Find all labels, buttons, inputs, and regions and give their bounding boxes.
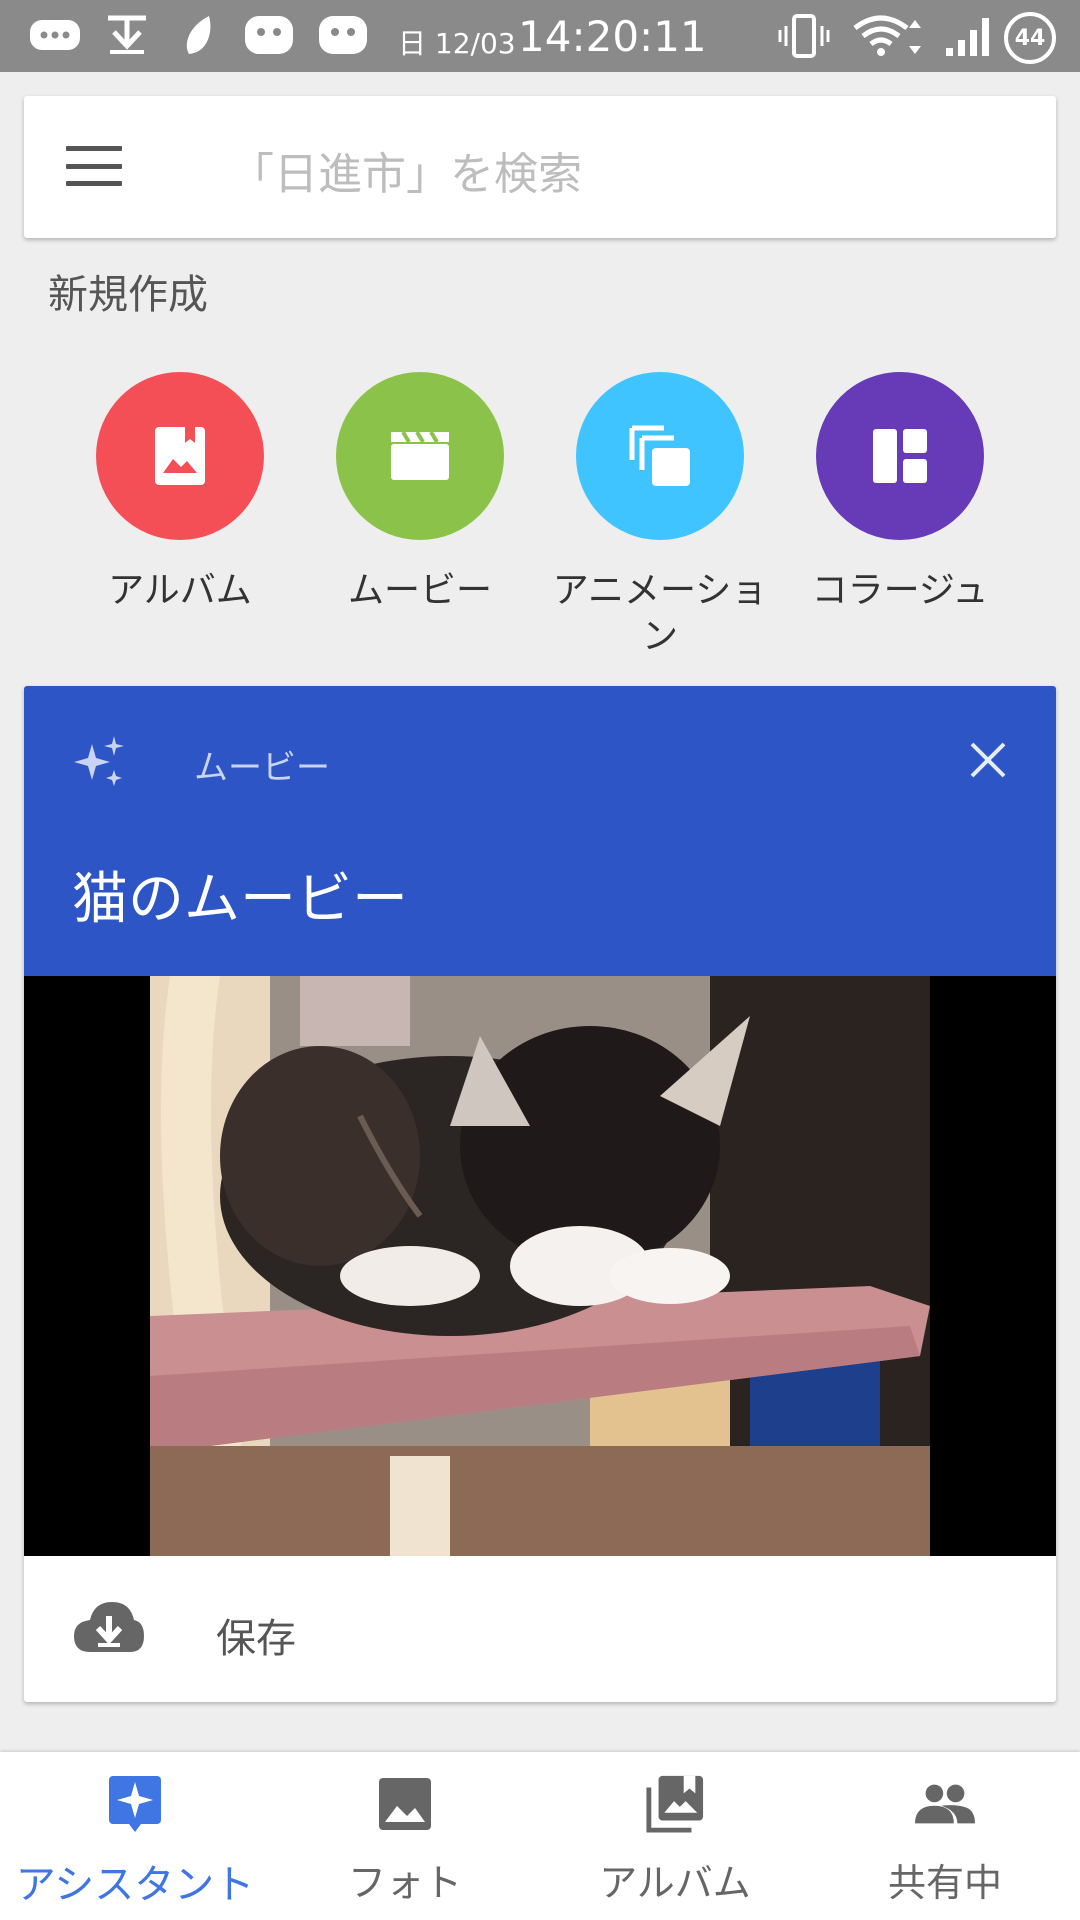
card-title: 猫のムービー <box>72 867 408 932</box>
people-icon <box>915 1774 975 1834</box>
status-time: 14:20:11 <box>518 12 707 61</box>
vibrate-icon <box>776 14 832 58</box>
create-collage-button[interactable]: コラージュ <box>800 372 1000 652</box>
movie-suggestion-card[interactable]: ムービー 猫のムービー 保存 <box>24 686 1056 1702</box>
nav-photos-label: フォト <box>347 1861 462 1905</box>
status-bar: 日 12/03 14:20:11 44 <box>0 0 1080 72</box>
close-icon[interactable] <box>960 732 1016 788</box>
card-header: ムービー 猫のムービー <box>24 686 1056 976</box>
photo-album-icon <box>645 1774 705 1834</box>
search-input[interactable]: 「日進市」を検索 <box>230 138 582 202</box>
menu-icon[interactable] <box>66 146 122 186</box>
wifi-icon <box>850 14 930 58</box>
cat-photo <box>150 976 930 1556</box>
battery-indicator: 44 <box>1004 12 1056 64</box>
save-button[interactable]: 保存 <box>24 1556 1056 1702</box>
search-bar[interactable]: 「日進市」を検索 <box>24 96 1056 238</box>
create-album-button[interactable]: アルバム <box>80 372 280 652</box>
face-icon <box>316 14 370 58</box>
create-collage-label: コラージュ <box>811 570 989 611</box>
nav-assistant[interactable]: アシスタント <box>0 1752 270 1920</box>
nav-sharing-label: 共有中 <box>887 1861 1002 1905</box>
stacked-frames-icon <box>576 372 744 540</box>
face-icon <box>242 14 296 58</box>
assistant-sparkle-icon <box>105 1774 165 1834</box>
create-movie-label: ムービー <box>347 570 492 611</box>
nav-albums-label: アルバム <box>599 1861 751 1905</box>
clapperboard-icon <box>336 372 504 540</box>
nav-albums[interactable]: アルバム <box>540 1752 810 1920</box>
leaf-icon <box>176 14 222 58</box>
nav-assistant-label: アシスタント <box>15 1862 255 1908</box>
album-photo-icon <box>96 372 264 540</box>
cloud-download-icon <box>72 1598 146 1658</box>
create-album-label: アルバム <box>108 570 252 611</box>
create-animation-label: アニメーション <box>552 570 768 657</box>
bottom-navigation: アシスタント フォト アルバム 共有中 <box>0 1752 1080 1920</box>
card-kind-label: ムービー <box>194 748 330 788</box>
nav-sharing[interactable]: 共有中 <box>810 1752 1080 1920</box>
create-movie-button[interactable]: ムービー <box>320 372 520 652</box>
nav-photos[interactable]: フォト <box>270 1752 540 1920</box>
create-section-title: 新規作成 <box>48 272 208 318</box>
download-icon <box>100 14 154 58</box>
status-date: 日 12/03 <box>398 27 516 60</box>
create-animation-button[interactable]: アニメーション <box>553 372 767 657</box>
collage-grid-icon <box>816 372 984 540</box>
photo-icon <box>375 1774 435 1834</box>
chat-bubble-icon <box>26 14 84 58</box>
sparkle-icon <box>72 734 128 790</box>
save-label: 保存 <box>216 1616 296 1662</box>
movie-preview[interactable] <box>24 976 1056 1556</box>
signal-icon <box>942 14 998 58</box>
